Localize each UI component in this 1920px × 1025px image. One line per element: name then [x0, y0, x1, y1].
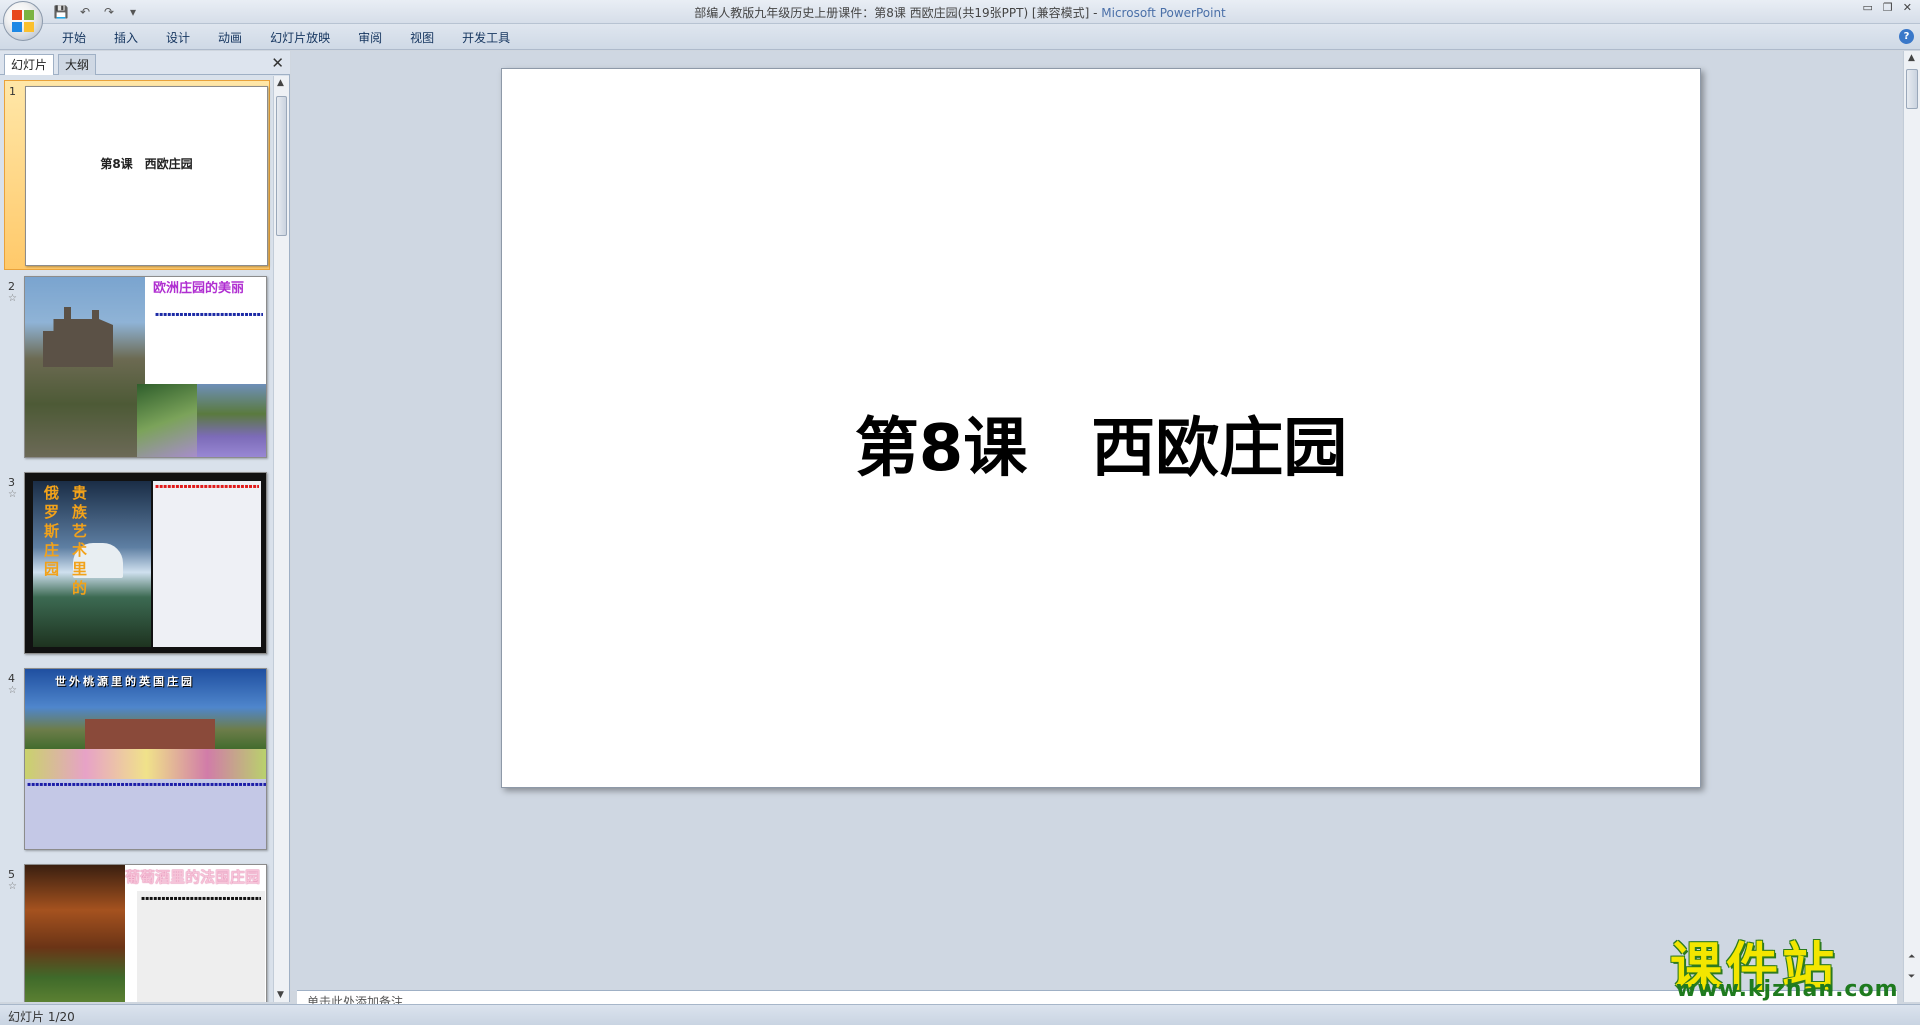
- thumbnail-image: 世外桃源里的英国庄园 ▪▪▪▪▪▪▪▪▪▪▪▪▪▪▪▪▪▪▪▪▪▪▪▪▪▪▪▪▪…: [24, 668, 267, 850]
- status-bar: 幻灯片 1/20: [0, 1004, 1920, 1025]
- garden-photo: [137, 384, 197, 457]
- thumbnail-slide-5[interactable]: 5 ☆ 葡萄酒里的法国庄园 ▪▪▪▪▪▪▪▪▪▪▪▪▪▪▪▪▪▪▪▪▪▪▪▪▪▪…: [4, 864, 270, 1002]
- scrollbar-thumb[interactable]: [1906, 69, 1918, 109]
- window-controls: ▭ ❐ ✕: [1863, 1, 1913, 14]
- slide-number: 3: [8, 476, 15, 489]
- thumbnail-heading: 欧洲庄园的美丽: [153, 281, 245, 296]
- ribbon: 开始 插入 设计 动画 幻灯片放映 审阅 视图 开发工具 ?: [0, 24, 1920, 50]
- window-title: 部编人教版九年级历史上册课件：第8课 西欧庄园(共19张PPT) [兼容模式] …: [0, 4, 1920, 21]
- thumbnail-image: 欧洲庄园的美丽 ▪▪▪▪▪▪▪▪▪▪▪▪▪▪▪▪▪▪▪▪▪▪▪▪▪▪▪▪▪▪▪▪…: [24, 276, 267, 458]
- slide-number: 4: [8, 672, 15, 685]
- thumbnails-scrollbar[interactable]: ▲ ▼: [273, 76, 289, 1002]
- thumbnail-body: ▪▪▪▪▪▪▪▪▪▪▪▪▪▪▪▪▪▪▪▪▪▪▪▪▪▪▪▪▪▪▪▪▪▪▪▪▪▪▪▪…: [155, 311, 263, 318]
- tab-review[interactable]: 审阅: [344, 29, 396, 47]
- document-title: 部编人教版九年级历史上册课件：第8课 西欧庄园(共19张PPT) [兼容模式] …: [694, 6, 1102, 20]
- close-icon[interactable]: ✕: [1903, 1, 1912, 14]
- slide-title[interactable]: 第8课 西欧庄园: [502, 397, 1700, 489]
- thumbnail-title: 第8课 西欧庄园: [100, 157, 193, 171]
- thumbnail-heading: 葡萄酒里的法国庄园: [125, 869, 261, 886]
- thumbnail-heading-b: 俄罗斯庄园: [42, 485, 60, 580]
- current-slide[interactable]: 第8课 西欧庄园: [501, 68, 1701, 788]
- tab-developer[interactable]: 开发工具: [448, 29, 524, 47]
- editor-scrollbar[interactable]: ▲ ⏶ ⏷: [1903, 51, 1920, 1002]
- animation-star-icon: ☆: [8, 293, 17, 304]
- tab-home[interactable]: 开始: [48, 29, 100, 47]
- watermark-url: www.kjzhan.com: [1676, 977, 1899, 1002]
- close-pane-icon[interactable]: ✕: [271, 54, 284, 72]
- slide-editor: 第8课 西欧庄园: [291, 51, 1902, 991]
- lavender-photo: [197, 384, 266, 457]
- tab-slideshow[interactable]: 幻灯片放映: [256, 29, 344, 47]
- slide-number: 1: [9, 85, 16, 98]
- app-name: Microsoft PowerPoint: [1101, 6, 1226, 20]
- restore-icon[interactable]: ❐: [1883, 1, 1893, 14]
- thumbnail-heading: 世外桃源里的英国庄园: [55, 675, 195, 688]
- tab-slides[interactable]: 幻灯片: [4, 54, 55, 75]
- slide-counter: 幻灯片 1/20: [8, 1010, 75, 1024]
- animation-star-icon: ☆: [8, 489, 17, 500]
- thumbnail-image: 第8课 西欧庄园: [25, 86, 268, 266]
- thumbnail-body: ▪▪▪▪▪▪▪▪▪▪▪▪▪▪▪▪▪▪▪▪▪▪▪▪▪▪▪▪▪▪▪▪▪▪▪▪▪▪▪▪…: [141, 895, 261, 902]
- tab-view[interactable]: 视图: [396, 29, 448, 47]
- animation-star-icon: ☆: [8, 685, 17, 696]
- scroll-down-icon[interactable]: ▼: [277, 990, 284, 1000]
- slide-number: 5: [8, 868, 15, 881]
- title-bar: 💾 ↶ ↷ ▾ 部编人教版九年级历史上册课件：第8课 西欧庄园(共19张PPT)…: [0, 0, 1920, 24]
- scrollbar-thumb[interactable]: [276, 96, 287, 236]
- thumbnail-heading-a: 贵族艺术里的: [70, 485, 88, 599]
- office-logo-icon: [12, 10, 34, 32]
- flowerbed-shape: [25, 749, 266, 779]
- thumbnail-slide-2[interactable]: 2 ☆ 欧洲庄园的美丽 ▪▪▪▪▪▪▪▪▪▪▪▪▪▪▪▪▪▪▪▪▪▪▪▪▪▪▪▪…: [4, 276, 270, 466]
- slides-pane: 幻灯片 大纲 ✕ 1 第8课 西欧庄园 2 ☆ 欧洲庄园的美丽 ▪▪▪▪▪▪▪▪…: [0, 51, 290, 1002]
- thumbnail-body: ▪▪▪▪▪▪▪▪▪▪▪▪▪▪▪▪▪▪▪▪▪▪▪▪▪▪▪▪▪▪▪▪▪▪▪▪▪▪▪▪…: [155, 483, 259, 490]
- thumbnail-image: 俄罗斯庄园 贵族艺术里的 ▪▪▪▪▪▪▪▪▪▪▪▪▪▪▪▪▪▪▪▪▪▪▪▪▪▪▪…: [24, 472, 267, 654]
- wine-cellar-photo: [25, 865, 125, 1002]
- scroll-up-icon[interactable]: ▲: [277, 78, 284, 88]
- thumbnail-image: 葡萄酒里的法国庄园 ▪▪▪▪▪▪▪▪▪▪▪▪▪▪▪▪▪▪▪▪▪▪▪▪▪▪▪▪▪▪…: [24, 864, 267, 1002]
- thumbnail-slide-3[interactable]: 3 ☆ 俄罗斯庄园 贵族艺术里的 ▪▪▪▪▪▪▪▪▪▪▪▪▪▪▪▪▪▪▪▪▪▪▪…: [4, 472, 270, 662]
- thumbnail-slide-1[interactable]: 1 第8课 西欧庄园: [4, 80, 270, 270]
- manor-house-shape: [85, 719, 215, 749]
- tab-outline[interactable]: 大纲: [58, 54, 97, 75]
- watermark-logo: 课件站 www.kjzhan.com: [1670, 925, 1910, 1003]
- slide-thumbnails: 1 第8课 西欧庄园 2 ☆ 欧洲庄园的美丽 ▪▪▪▪▪▪▪▪▪▪▪▪▪▪▪▪▪…: [0, 76, 274, 1002]
- tab-design[interactable]: 设计: [152, 29, 204, 47]
- castle-photo: [25, 277, 145, 457]
- scroll-up-icon[interactable]: ▲: [1908, 53, 1915, 63]
- tab-insert[interactable]: 插入: [100, 29, 152, 47]
- thumbnail-slide-4[interactable]: 4 ☆ 世外桃源里的英国庄园 ▪▪▪▪▪▪▪▪▪▪▪▪▪▪▪▪▪▪▪▪▪▪▪▪▪…: [4, 668, 270, 858]
- thumbnail-body: ▪▪▪▪▪▪▪▪▪▪▪▪▪▪▪▪▪▪▪▪▪▪▪▪▪▪▪▪▪▪▪▪▪▪▪▪▪▪▪▪…: [27, 781, 266, 788]
- animation-star-icon: ☆: [8, 881, 17, 892]
- office-button[interactable]: [3, 1, 43, 41]
- tab-animations[interactable]: 动画: [204, 29, 256, 47]
- minimize-icon[interactable]: ▭: [1863, 1, 1873, 14]
- help-icon[interactable]: ?: [1899, 29, 1914, 44]
- ribbon-tabs: 开始 插入 设计 动画 幻灯片放映 审阅 视图 开发工具: [48, 29, 524, 47]
- notes-pane[interactable]: 单击此处添加备注: [297, 990, 1897, 1004]
- notes-placeholder[interactable]: 单击此处添加备注: [307, 993, 403, 1004]
- slide-number: 2: [8, 280, 15, 293]
- pane-tabs: 幻灯片 大纲 ✕: [0, 51, 290, 75]
